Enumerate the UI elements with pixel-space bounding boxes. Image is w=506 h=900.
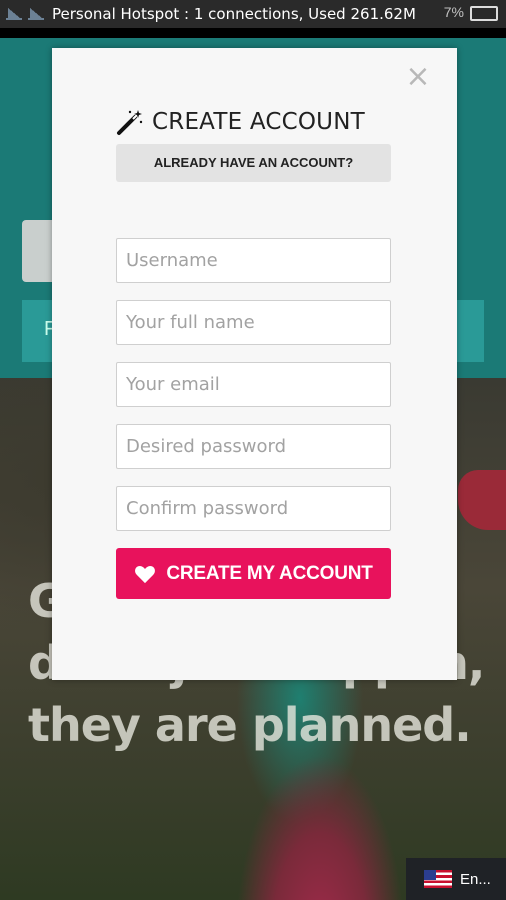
heart-icon bbox=[135, 565, 156, 583]
modal-title-row: CREATE ACCOUNT bbox=[116, 108, 365, 136]
background-button bbox=[22, 220, 56, 282]
create-account-modal: × CREATE ACCOUNT ALREADY HAVE AN ACCOUNT… bbox=[52, 48, 457, 680]
status-divider bbox=[0, 28, 506, 38]
email-field[interactable] bbox=[116, 362, 391, 407]
language-selector[interactable]: En... bbox=[406, 858, 506, 900]
already-have-account-button[interactable]: ALREADY HAVE AN ACCOUNT? bbox=[116, 144, 391, 182]
username-field[interactable] bbox=[116, 238, 391, 283]
status-text: Personal Hotspot : 1 connections, Used 2… bbox=[52, 5, 416, 23]
full-name-field[interactable] bbox=[116, 300, 391, 345]
status-icons bbox=[6, 8, 44, 20]
signal-icon bbox=[28, 8, 44, 20]
create-account-label: CREATE MY ACCOUNT bbox=[166, 562, 373, 584]
status-bar: Personal Hotspot : 1 connections, Used 2… bbox=[0, 0, 506, 28]
signal-icon bbox=[6, 8, 22, 20]
background-bar-left: F bbox=[22, 300, 56, 362]
password-field[interactable] bbox=[116, 424, 391, 469]
create-account-button[interactable]: CREATE MY ACCOUNT bbox=[116, 548, 391, 599]
confirm-password-field[interactable] bbox=[116, 486, 391, 531]
us-flag-icon bbox=[424, 870, 452, 888]
close-icon[interactable]: × bbox=[405, 62, 431, 92]
language-label: En... bbox=[460, 870, 491, 888]
battery-icon bbox=[470, 6, 498, 21]
magic-wand-icon bbox=[117, 110, 143, 135]
modal-title: CREATE ACCOUNT bbox=[152, 109, 365, 135]
background-bar-right bbox=[456, 300, 484, 362]
battery-percent: 7% bbox=[443, 4, 464, 20]
